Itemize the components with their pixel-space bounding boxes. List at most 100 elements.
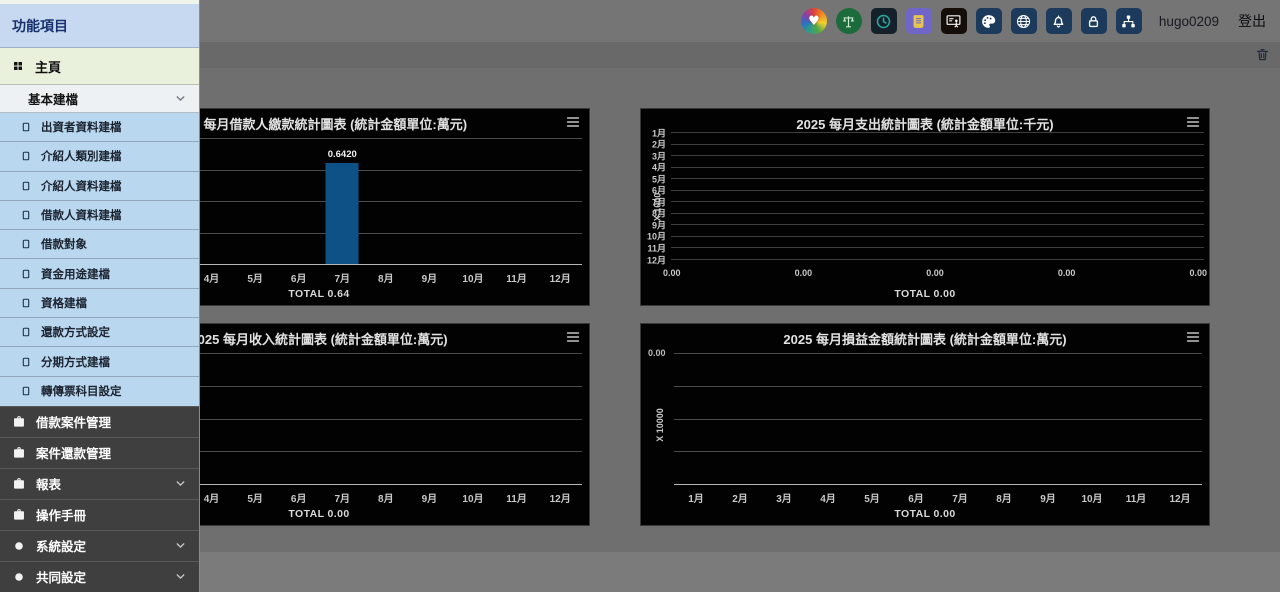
sitemap-icon[interactable] [1116, 8, 1142, 34]
sidebar-item[interactable]: 操作手冊 [0, 499, 199, 530]
sidebar-item[interactable]: 借款案件管理 [0, 406, 199, 437]
x-axis-label: 11月 [1114, 490, 1158, 505]
sidebar-item-label: 借款對象 [41, 236, 87, 252]
username: hugo0209 [1159, 14, 1219, 29]
sidebar-title: 功能項目 [0, 4, 199, 48]
x-axis-label: 11月 [495, 490, 539, 505]
sidebar-item-label: 介紹人資料建檔 [41, 178, 122, 194]
bar-slot [538, 138, 582, 264]
sidebar-item[interactable]: 轉傳票科目設定 [0, 377, 199, 406]
sidebar-item[interactable]: 還款方式設定 [0, 318, 199, 347]
chart-menu-icon[interactable] [565, 114, 581, 130]
bar-slot [408, 138, 452, 264]
trash-icon[interactable] [1255, 47, 1271, 63]
bar-slot [451, 353, 495, 484]
x-axis-label: 8月 [982, 490, 1026, 505]
sidebar-item[interactable]: 借款人資料建檔 [0, 201, 199, 230]
logout-button[interactable]: 登出 [1238, 11, 1266, 31]
x-axis-label: 8月 [364, 270, 408, 285]
row-gridline: 2月 [671, 144, 1204, 145]
x-axis-label: 10月 [1070, 490, 1114, 505]
x-axis-label: 2月 [718, 490, 762, 505]
palette-icon[interactable] [976, 8, 1002, 34]
chart-menu-icon[interactable] [565, 329, 581, 345]
grid-icon [12, 60, 24, 72]
x-axis-tick: 0.00 [1189, 268, 1207, 278]
x-axis-label: 12月 [1158, 490, 1202, 505]
sidebar-group-basic-setup[interactable]: 基本建檔 [0, 85, 199, 113]
x-axis-label: 5月 [233, 490, 277, 505]
circle-icon [12, 570, 26, 584]
sidebar-main-menu: 借款案件管理案件還款管理報表操作手冊系統設定共同設定 [0, 406, 199, 592]
bar-slot [538, 353, 582, 484]
x-axis-label: 6月 [277, 270, 321, 285]
sidebar-item[interactable]: 案件還款管理 [0, 437, 199, 468]
row-gridline: 10月 [671, 236, 1204, 237]
bars-layer [674, 353, 1202, 484]
chart-total-label: TOTAL 0.00 [641, 508, 1209, 520]
lock-icon[interactable] [1081, 8, 1107, 34]
sidebar-home-label: 主頁 [35, 57, 61, 76]
x-axis-label: 7月 [938, 490, 982, 505]
chart-panel-profit-loss: 2025 每月損益金額統計圖表 (統計金額單位:萬元)TOTAL 0.000.0… [640, 323, 1210, 526]
x-axis-label: 9月 [408, 490, 452, 505]
sidebar-item[interactable]: 介紹人類別建檔 [0, 142, 199, 171]
sidebar-item-label: 報表 [36, 474, 61, 493]
sidebar-item-label: 資金用途建檔 [41, 266, 110, 282]
chart-menu-icon[interactable] [1185, 329, 1201, 345]
x-axis-label: 5月 [233, 270, 277, 285]
row-gridline: 4月 [671, 167, 1204, 168]
colorful-logo-icon[interactable]: ♥ [801, 8, 827, 34]
sidebar-item[interactable]: 出資者資料建檔 [0, 113, 199, 142]
sidebar-item-label: 借款人資料建檔 [41, 207, 122, 223]
bar-slot [1158, 353, 1202, 484]
sidebar-item-label: 還款方式設定 [41, 324, 110, 340]
chevron-down-icon [174, 539, 187, 552]
chart-panel-expenses: 2025 每月支出統計圖表 (統計金額單位:千元)TOTAL 0.001月2月3… [640, 108, 1210, 306]
sidebar-item-label: 轉傳票科目設定 [41, 383, 122, 399]
sidebar-item[interactable]: 借款對象 [0, 230, 199, 259]
bar-slot [364, 353, 408, 484]
sidebar-item[interactable]: 共同設定 [0, 561, 199, 592]
chart-menu-icon[interactable] [1185, 114, 1201, 130]
clock-icon[interactable] [871, 8, 897, 34]
bar-value-label: 0.6420 [328, 149, 357, 160]
x-axis-ticks: 0.000.000.000.000.00 [663, 268, 1207, 278]
row-gridline: 9月 [671, 224, 1204, 225]
bar-slot [806, 353, 850, 484]
bar-slot [894, 353, 938, 484]
scroll-icon[interactable] [906, 8, 932, 34]
x-axis-labels: 1月2月3月4月5月6月7月8月9月10月11月12月 [674, 490, 1202, 505]
row-gridline: 7月 [671, 201, 1204, 202]
globe-icon[interactable] [1011, 8, 1037, 34]
presentation-icon[interactable] [941, 8, 967, 34]
sidebar-item[interactable]: 系統設定 [0, 530, 199, 561]
square-outline-icon [21, 326, 31, 338]
bar-slot [718, 353, 762, 484]
sidebar-item[interactable]: 分期方式建檔 [0, 347, 199, 376]
sidebar-item-home[interactable]: 主頁 [0, 48, 199, 85]
x-axis-label: 10月 [451, 490, 495, 505]
sidebar-item[interactable]: 介紹人資料建檔 [0, 172, 199, 201]
chevron-down-icon [174, 477, 187, 490]
sidebar-item-label: 案件還款管理 [36, 443, 111, 462]
x-axis-label: 4月 [806, 490, 850, 505]
row-gridline: 3月 [671, 155, 1204, 156]
briefcase-icon [12, 415, 26, 429]
x-axis-label: 6月 [277, 490, 321, 505]
sidebar-item[interactable]: 資格建檔 [0, 289, 199, 318]
briefcase-icon [12, 446, 26, 460]
x-axis-tick: 0.00 [926, 268, 944, 278]
sidebar-item[interactable]: 資金用途建檔 [0, 259, 199, 288]
x-axis-label: 12月 [538, 490, 582, 505]
x-axis-tick: 0.00 [1058, 268, 1076, 278]
balance-icon[interactable] [836, 8, 862, 34]
sidebar-item-label: 共同設定 [36, 567, 86, 586]
gridline [674, 484, 1202, 485]
x-axis-label: 6月 [894, 490, 938, 505]
bar-slot [495, 353, 539, 484]
square-outline-icon [21, 238, 31, 250]
sidebar-item[interactable]: 報表 [0, 468, 199, 499]
bell-icon[interactable] [1046, 8, 1072, 34]
square-outline-icon [21, 385, 31, 397]
